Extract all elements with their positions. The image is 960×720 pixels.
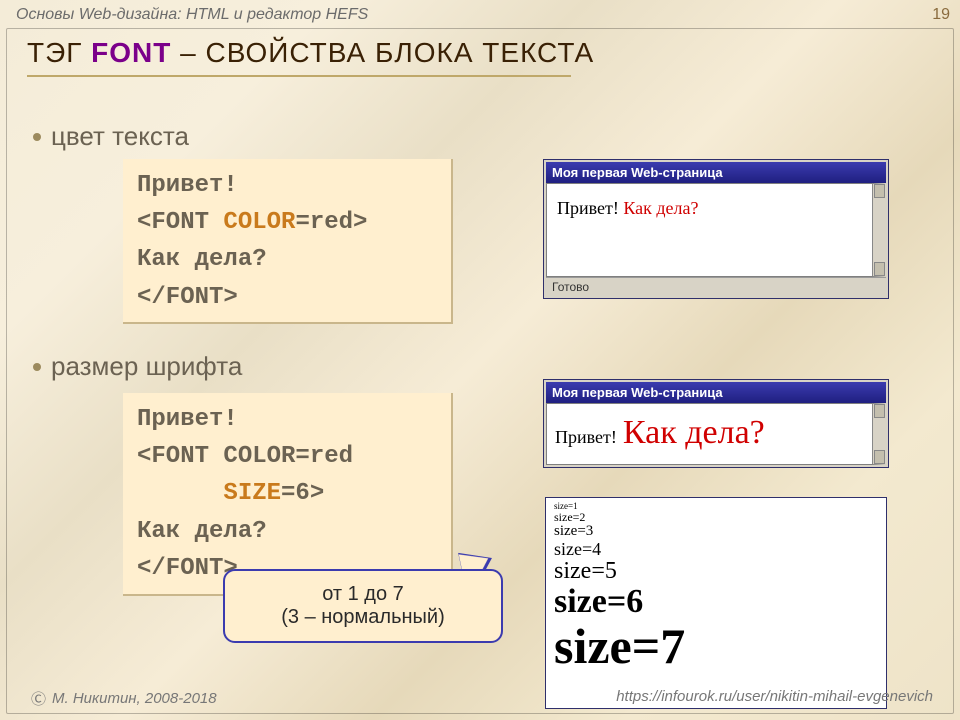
bullet-size-text: размер шрифта [51,351,242,382]
preview1-text-black: Привет! [557,198,623,218]
title-keyword: FONT [91,37,171,68]
bullet-dot-icon [33,133,41,141]
font-size-ladder: size=1 size=2 size=3 size=4 size=5 size=… [545,497,887,709]
scrollbar-icon [872,184,886,276]
code1-l1: Привет! [137,172,238,199]
size-5: size=5 [554,559,878,584]
preview1-text-red: Как дела? [623,198,698,218]
code-example-size: Привет! <FONT COLOR=red SIZE=6> Как дела… [123,393,453,596]
code2-l4: Как дела? [137,518,267,545]
header-bar: Основы Web-дизайна: HTML и редактор HEFS… [0,0,960,28]
slide: Основы Web-дизайна: HTML и редактор HEFS… [0,0,960,720]
page-number: 19 [932,6,950,24]
code2-l3b: SIZE [223,480,281,507]
size-6: size=6 [554,584,878,620]
bullet-size: размер шрифта [33,351,242,382]
callout-line2: (3 – нормальный) [281,606,445,629]
code2-l3a [137,480,223,507]
copyright-icon: Ⓒ [31,688,46,709]
preview2-text-red: Как дела? [623,414,765,452]
size-3: size=3 [554,524,878,540]
browser1-titlebar: Моя первая Web-страница [546,162,886,183]
slide-title: ТЭГ FONT – СВОЙСТВА БЛОКА ТЕКСТА [27,37,933,77]
code2-l2: <FONT COLOR=red [137,443,353,470]
code1-l2a: <FONT [137,209,223,236]
slide-frame: ТЭГ FONT – СВОЙСТВА БЛОКА ТЕКСТА цвет те… [6,28,954,714]
title-underline [27,75,571,77]
footer-author: М. Никитин, 2008-2018 [52,690,217,707]
bullet-color: цвет текста [33,121,189,152]
footer-url: https://infourok.ru/user/nikitin-mihail-… [616,688,933,709]
course-title: Основы Web-дизайна: HTML и редактор HEFS [16,6,368,24]
preview2-text-black: Привет! [555,427,617,448]
size-4: size=4 [554,540,878,559]
browser1-viewport: Привет! Как дела? [546,183,886,277]
code1-l4: </FONT> [137,284,238,311]
title-suffix: – СВОЙСТВА БЛОКА ТЕКСТА [171,37,594,68]
size-7: size=7 [554,620,878,673]
browser-preview-size: Моя первая Web-страница Привет! Как дела… [543,379,889,468]
code1-l2b: COLOR [223,209,295,236]
slide-footer: Ⓒ М. Никитин, 2008-2018 https://infourok… [31,688,933,709]
scrollbar-icon [872,404,886,464]
size-1: size=1 [554,502,878,511]
code1-l2c: =red> [295,209,367,236]
callout-line1: от 1 до 7 [322,583,404,606]
code2-l3c: =6> [281,480,324,507]
code2-l1: Привет! [137,406,238,433]
browser2-titlebar: Моя первая Web-страница [546,382,886,403]
title-prefix: ТЭГ [27,37,91,68]
code-example-color: Привет! <FONT COLOR=red> Как дела? </FON… [123,159,453,324]
browser2-viewport: Привет! Как дела? [546,403,886,465]
code1-l3: Как дела? [137,246,267,273]
browser-preview-color: Моя первая Web-страница Привет! Как дела… [543,159,889,299]
bullet-dot-icon [33,363,41,371]
size-2: size=2 [554,511,878,524]
slide-content: цвет текста Привет! <FONT COLOR=red> Как… [33,121,933,673]
bullet-color-text: цвет текста [51,121,189,152]
browser1-status: Готово [546,277,886,296]
size-range-callout: от 1 до 7 (3 – нормальный) [223,569,503,643]
